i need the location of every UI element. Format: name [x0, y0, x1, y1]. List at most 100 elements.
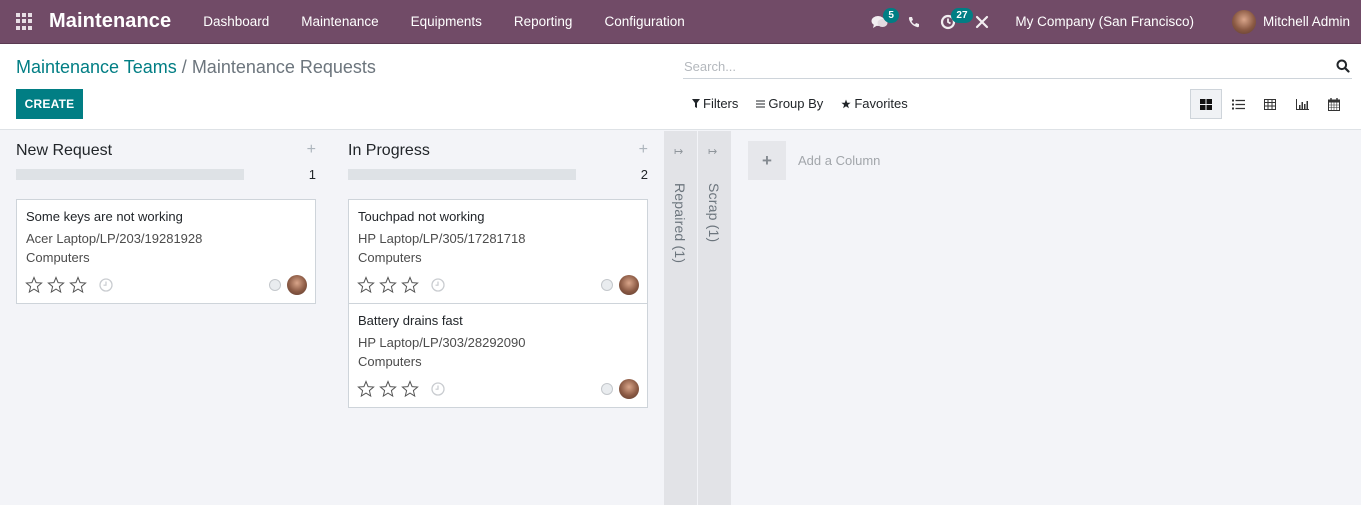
folded-column-label: Scrap (1) — [706, 183, 722, 243]
plus-icon: + — [748, 141, 786, 180]
column-header: In Progress + 2 — [348, 131, 648, 199]
add-column-label: Add a Column — [798, 153, 881, 168]
folded-column-repaired[interactable]: ↦ Repaired (1) — [664, 131, 697, 505]
card-footer — [25, 275, 307, 295]
messages-button[interactable]: 5 — [863, 0, 899, 44]
priority-stars — [357, 380, 423, 398]
priority-stars — [25, 276, 91, 294]
menu-item-dashboard[interactable]: Dashboard — [187, 14, 285, 29]
tools-icon — [976, 15, 989, 28]
group-by-button[interactable]: Group By — [756, 96, 823, 111]
pivot-view-button[interactable] — [1254, 89, 1286, 119]
calendar-view-button[interactable] — [1318, 89, 1350, 119]
app-grid-icon[interactable] — [16, 12, 34, 31]
star-outline-icon[interactable] — [47, 276, 65, 294]
star-outline-icon[interactable] — [401, 380, 419, 398]
assignee-avatar — [287, 275, 307, 295]
column-count: 1 — [308, 167, 316, 182]
phone-icon — [909, 16, 920, 27]
filters-label: Filters — [703, 96, 739, 111]
breadcrumb: Maintenance Teams / Maintenance Requests — [16, 57, 376, 78]
card-footer — [357, 379, 639, 399]
star-outline-icon[interactable] — [357, 380, 375, 398]
kanban-view-button[interactable] — [1190, 89, 1222, 119]
kanban-state-indicator[interactable] — [601, 383, 613, 395]
activities-button[interactable]: 27 — [931, 0, 973, 44]
calendar-icon — [1328, 97, 1340, 111]
kanban-column-in-progress: In Progress + 2 Touchpad not working HP … — [348, 131, 648, 408]
filters-button[interactable]: Filters — [692, 96, 738, 111]
menu-item-configuration[interactable]: Configuration — [588, 14, 700, 29]
priority-stars — [357, 276, 423, 294]
list-view-button[interactable] — [1222, 89, 1254, 119]
card-equipment: Acer Laptop/LP/203/19281928 — [26, 231, 203, 246]
quick-create-plus-icon[interactable]: + — [639, 141, 648, 159]
column-count: 2 — [640, 167, 648, 182]
star-outline-icon[interactable] — [25, 276, 43, 294]
card-title: Battery drains fast — [358, 313, 463, 328]
menu-item-reporting[interactable]: Reporting — [498, 14, 589, 29]
star-outline-icon[interactable] — [69, 276, 87, 294]
folded-column-label: Repaired (1) — [672, 183, 688, 264]
card-footer — [357, 275, 639, 295]
top-navbar: Maintenance Dashboard Maintenance Equipm… — [0, 0, 1361, 44]
unfold-arrows-icon: ↦ — [674, 146, 684, 158]
star-outline-icon[interactable] — [379, 276, 397, 294]
card-category: Computers — [358, 250, 422, 265]
column-header: New Request + 1 — [16, 131, 316, 199]
bars-icon — [756, 100, 766, 107]
activity-clock-icon[interactable] — [99, 278, 113, 292]
phone-button[interactable] — [897, 0, 931, 44]
kanban-card[interactable]: Battery drains fast HP Laptop/LP/303/282… — [348, 303, 648, 408]
card-title: Some keys are not working — [26, 209, 183, 224]
graph-view-button[interactable] — [1286, 89, 1318, 119]
activity-clock-icon[interactable] — [431, 278, 445, 292]
kanban-card[interactable]: Touchpad not working HP Laptop/LP/305/17… — [348, 199, 648, 304]
filter-icon — [692, 99, 700, 108]
search-icon[interactable] — [1336, 59, 1350, 73]
view-switcher — [1190, 89, 1350, 119]
kanban-board: New Request + 1 Some keys are not workin… — [0, 131, 1361, 505]
column-title: New Request — [16, 142, 113, 159]
list-icon — [1231, 99, 1245, 109]
debug-tools-button[interactable] — [965, 0, 999, 44]
search-input[interactable] — [683, 58, 1336, 74]
column-progress-bar[interactable] — [348, 169, 576, 180]
star-outline-icon[interactable] — [401, 276, 419, 294]
activity-clock-icon[interactable] — [431, 382, 445, 396]
quick-create-plus-icon[interactable]: + — [307, 141, 316, 159]
kanban-card[interactable]: Some keys are not working Acer Laptop/LP… — [16, 199, 316, 304]
menu-item-maintenance[interactable]: Maintenance — [285, 14, 394, 29]
star-outline-icon[interactable] — [379, 380, 397, 398]
kanban-column-new-request: New Request + 1 Some keys are not workin… — [16, 131, 316, 304]
unfold-arrows-icon: ↦ — [708, 146, 718, 158]
group-by-label: Group By — [768, 96, 824, 111]
add-column-button[interactable]: + Add a Column — [748, 141, 880, 180]
kanban-state-indicator[interactable] — [269, 279, 281, 291]
user-name: Mitchell Admin — [1262, 14, 1350, 29]
card-title: Touchpad not working — [358, 209, 485, 224]
search-options: Filters Group By Favorites — [692, 96, 926, 111]
breadcrumb-current: Maintenance Requests — [191, 57, 376, 77]
star-outline-icon[interactable] — [357, 276, 375, 294]
favorites-button[interactable]: Favorites — [841, 96, 908, 111]
bar-chart-icon — [1295, 98, 1309, 110]
app-title[interactable]: Maintenance — [49, 10, 171, 33]
column-title: In Progress — [348, 142, 430, 159]
user-avatar — [1231, 9, 1256, 34]
assignee-avatar — [619, 379, 639, 399]
favorites-label: Favorites — [854, 96, 908, 111]
folded-column-scrap[interactable]: ↦ Scrap (1) — [698, 131, 731, 505]
assignee-avatar — [619, 275, 639, 295]
breadcrumb-separator: / — [181, 57, 187, 77]
search-bar — [683, 54, 1352, 79]
menu-item-equipments[interactable]: Equipments — [395, 14, 498, 29]
card-equipment: HP Laptop/LP/303/28292090 — [358, 335, 526, 350]
company-switcher[interactable]: My Company (San Francisco) — [1015, 14, 1194, 29]
column-progress-bar[interactable] — [16, 169, 244, 180]
user-menu[interactable]: Mitchell Admin — [1231, 9, 1350, 34]
create-button[interactable]: CREATE — [16, 89, 83, 119]
kanban-state-indicator[interactable] — [601, 279, 613, 291]
systray: 5 27 My Company (San Francisco) Mitchell… — [863, 0, 1361, 44]
breadcrumb-maintenance-teams[interactable]: Maintenance Teams — [16, 57, 177, 77]
